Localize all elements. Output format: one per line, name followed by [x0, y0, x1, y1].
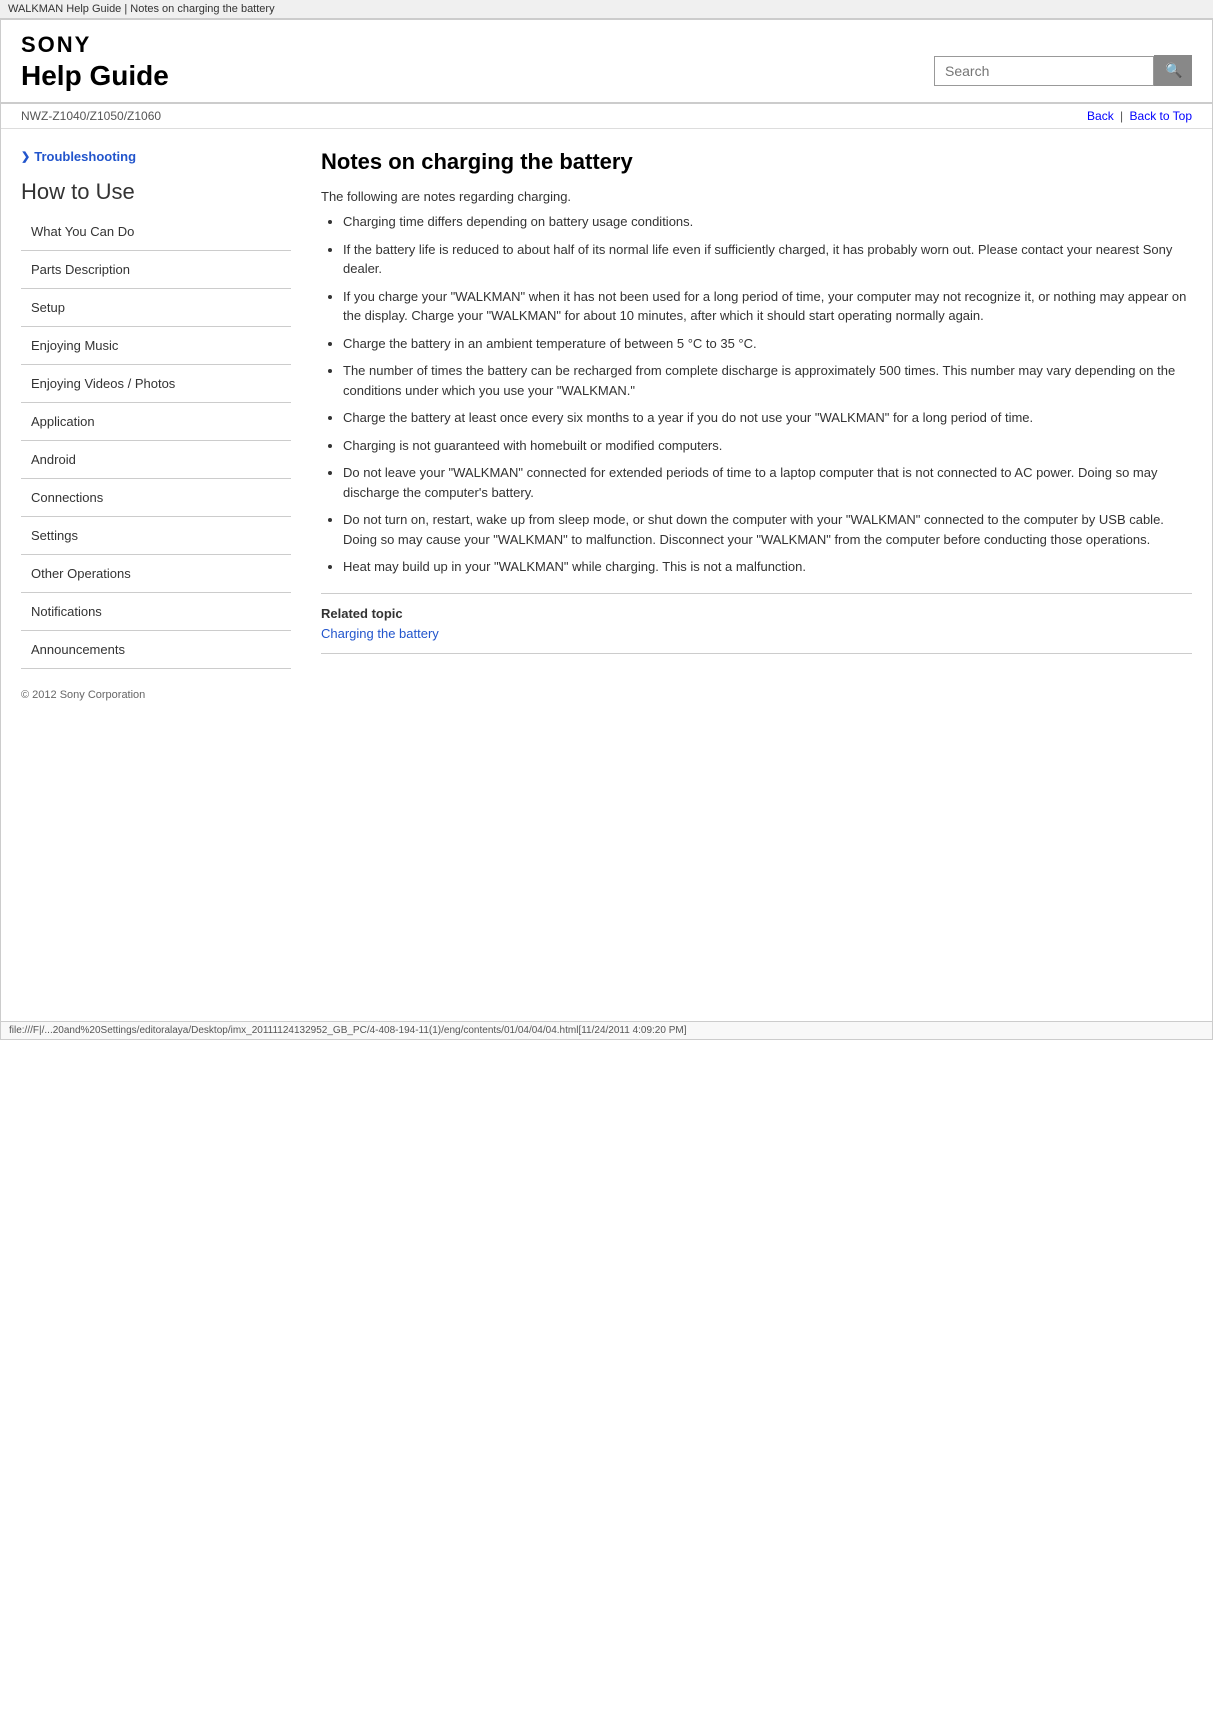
list-item: Do not leave your "WALKMAN" connected fo… [343, 463, 1192, 502]
article-bullet-list: Charging time differs depending on batte… [321, 212, 1192, 577]
nav-links: Back | Back to Top [1087, 109, 1192, 123]
related-label: Related topic [321, 606, 1192, 621]
nav-separator: | [1120, 109, 1123, 123]
list-item: Charge the battery in an ambient tempera… [343, 334, 1192, 354]
sidebar-item-notifications[interactable]: Notifications [21, 593, 291, 631]
sidebar-item-android[interactable]: Android [21, 441, 291, 479]
sidebar-footer: © 2012 Sony Corporation [21, 689, 291, 701]
sidebar-item-what-you-can-do[interactable]: What You Can Do [21, 213, 291, 251]
browser-title-text: WALKMAN Help Guide | Notes on charging t… [8, 3, 275, 15]
model-number: NWZ-Z1040/Z1050/Z1060 [21, 109, 161, 123]
article-intro: The following are notes regarding chargi… [321, 189, 1192, 204]
list-item: Do not turn on, restart, wake up from sl… [343, 510, 1192, 549]
header-left: SONY Help Guide [21, 32, 169, 92]
list-item: Charging time differs depending on batte… [343, 212, 1192, 232]
sidebar-troubleshooting[interactable]: Troubleshooting [21, 149, 291, 164]
sidebar-item-connections[interactable]: Connections [21, 479, 291, 517]
related-link[interactable]: Charging the battery [321, 626, 439, 641]
sidebar-item-announcements[interactable]: Announcements [21, 631, 291, 669]
search-icon: 🔍 [1165, 62, 1182, 78]
list-item: Charging is not guaranteed with homebuil… [343, 436, 1192, 456]
sony-logo: SONY [21, 32, 169, 58]
back-link[interactable]: Back [1087, 109, 1114, 123]
sidebar-item-enjoying-music[interactable]: Enjoying Music [21, 327, 291, 365]
list-item: Charge the battery at least once every s… [343, 408, 1192, 428]
header: SONY Help Guide 🔍 [1, 20, 1212, 104]
help-guide-title: Help Guide [21, 60, 169, 92]
back-to-top-link[interactable]: Back to Top [1130, 109, 1192, 123]
sidebar-nav-list: What You Can Do Parts Description Setup … [21, 213, 291, 669]
article-title: Notes on charging the battery [321, 149, 1192, 175]
sidebar-item-other-operations[interactable]: Other Operations [21, 555, 291, 593]
page-wrapper: SONY Help Guide 🔍 NWZ-Z1040/Z1050/Z1060 … [0, 19, 1213, 1040]
list-item: If you charge your "WALKMAN" when it has… [343, 287, 1192, 326]
sidebar: Troubleshooting How to Use What You Can … [21, 149, 291, 701]
sidebar-item-settings[interactable]: Settings [21, 517, 291, 555]
search-input[interactable] [934, 56, 1154, 86]
list-item: If the battery life is reduced to about … [343, 240, 1192, 279]
search-button[interactable]: 🔍 [1154, 55, 1192, 86]
sidebar-item-enjoying-videos-photos[interactable]: Enjoying Videos / Photos [21, 365, 291, 403]
sidebar-item-application[interactable]: Application [21, 403, 291, 441]
bottom-bar-path: file:///F|/...20and%20Settings/editorala… [9, 1025, 687, 1036]
related-section: Related topic Charging the battery [321, 593, 1192, 654]
sidebar-item-setup[interactable]: Setup [21, 289, 291, 327]
list-item: Heat may build up in your "WALKMAN" whil… [343, 557, 1192, 577]
browser-title-bar: WALKMAN Help Guide | Notes on charging t… [0, 0, 1213, 19]
article-content: Notes on charging the battery The follow… [321, 149, 1192, 701]
bottom-bar: file:///F|/...20and%20Settings/editorala… [1, 1021, 1212, 1039]
nav-bar: NWZ-Z1040/Z1050/Z1060 Back | Back to Top [1, 104, 1212, 129]
list-item: The number of times the battery can be r… [343, 361, 1192, 400]
sidebar-section-title: How to Use [21, 179, 291, 205]
main-content: Troubleshooting How to Use What You Can … [1, 129, 1212, 721]
header-search-area: 🔍 [934, 55, 1192, 86]
sidebar-item-parts-description[interactable]: Parts Description [21, 251, 291, 289]
